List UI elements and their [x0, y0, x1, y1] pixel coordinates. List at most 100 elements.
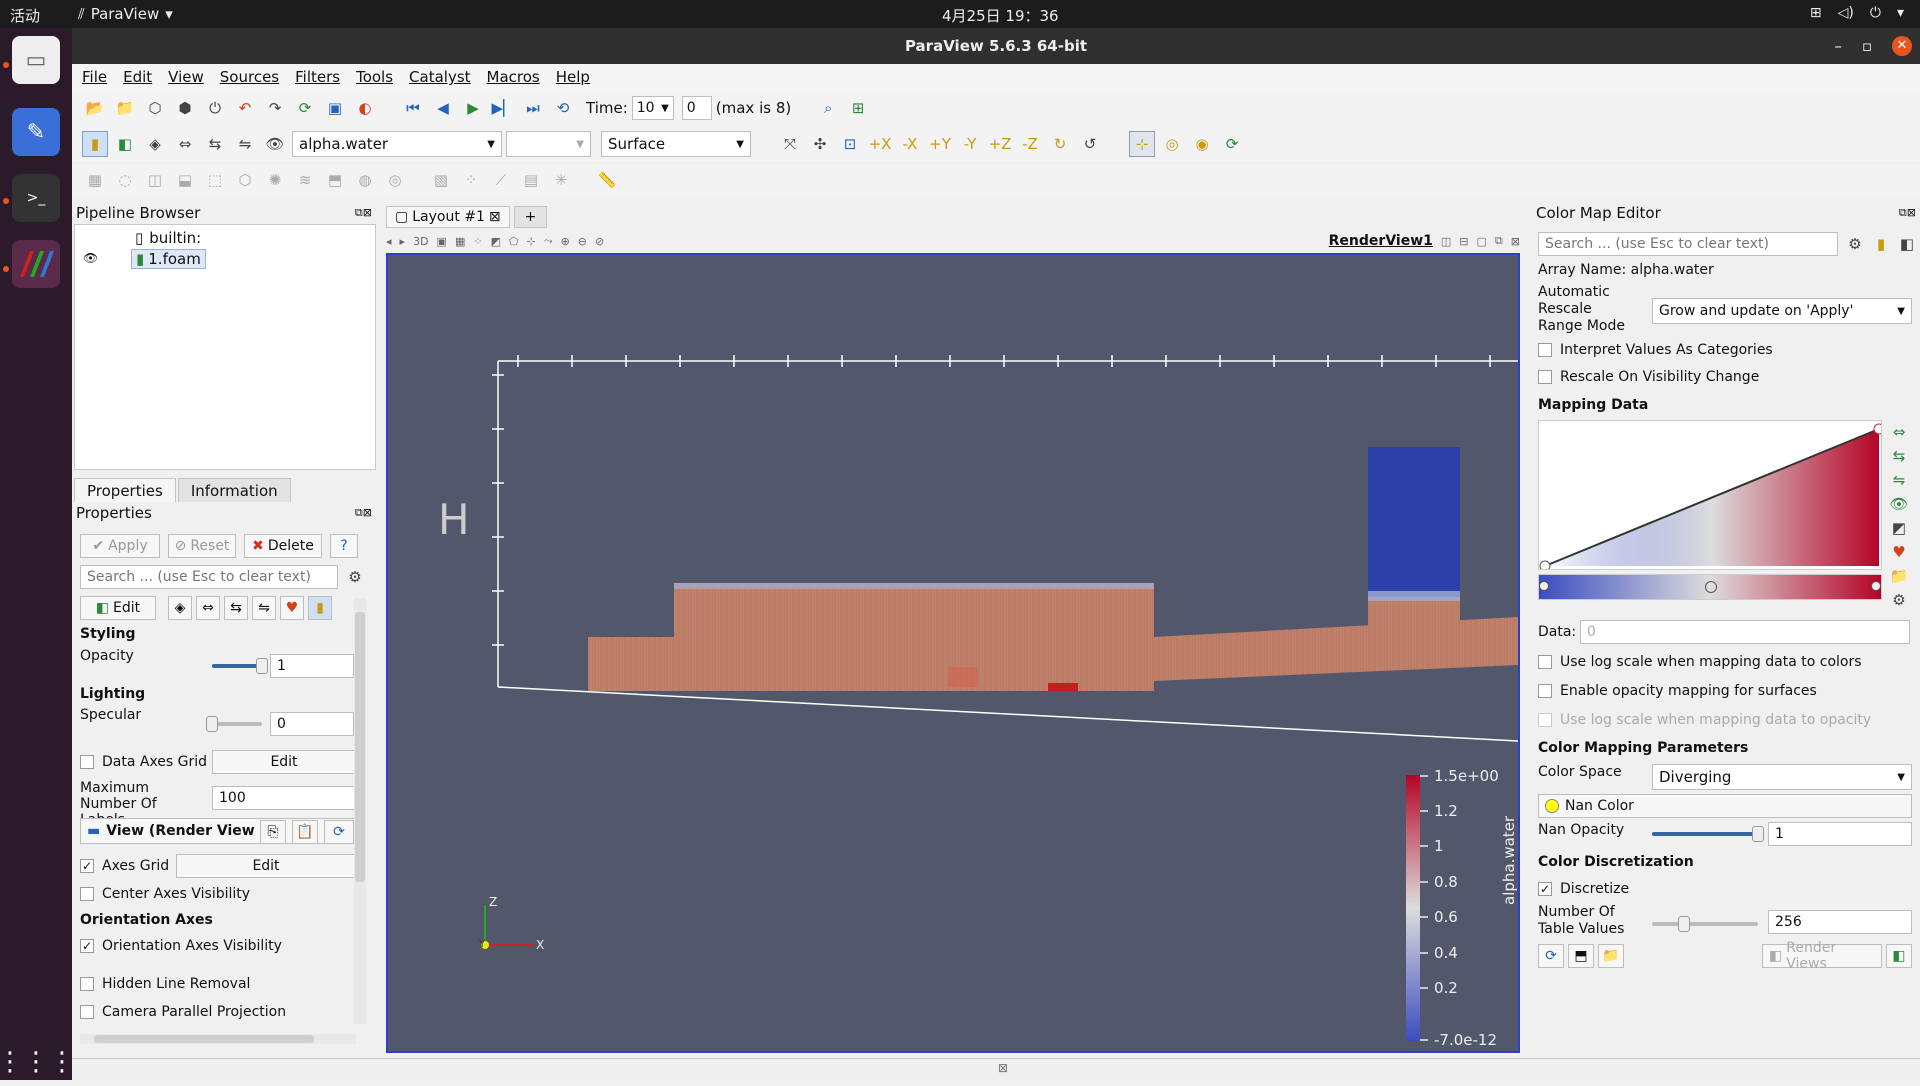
spreadsheet-add-icon[interactable]: ⊞ [845, 95, 871, 121]
render-view[interactable]: H Z X Y alpha.water 1.5e+00 1.2 1 0.8 0.… [386, 253, 1520, 1053]
rescale-mode-select[interactable]: Grow and update on 'Apply' ▼ [1652, 298, 1912, 324]
select-points-icon[interactable]: ⁘ [473, 235, 482, 248]
save-defaults-icon[interactable]: ▮ [1868, 231, 1894, 257]
reset-camera-icon[interactable]: ⤧ [777, 131, 803, 157]
render-views-button[interactable]: ◧ Render Views [1762, 940, 1882, 972]
open-recent-icon[interactable]: 📁 [112, 95, 138, 121]
rescale-temporal-icon[interactable]: ⇋ [232, 131, 258, 157]
glyph-icon[interactable]: ✺ [262, 167, 288, 193]
data-axes-grid-edit-button[interactable]: Edit [212, 750, 356, 774]
max-labels-input[interactable]: 100 [212, 786, 356, 810]
save-preset-icon[interactable]: 📁 [1888, 566, 1910, 586]
table-values-input[interactable]: 256 [1768, 910, 1912, 934]
color-point-handle[interactable] [1539, 581, 1549, 591]
loop-icon[interactable]: ⟲ [550, 95, 576, 121]
shrink-selection-icon[interactable]: ⊖ [578, 235, 587, 248]
restore-view-icon[interactable]: ⧉ [1495, 234, 1503, 248]
help-button[interactable]: ? [330, 534, 358, 558]
calculator-icon[interactable]: ▦ [82, 167, 108, 193]
copy-view-button[interactable]: ⎘ [260, 820, 286, 844]
color-space-select[interactable]: Diverging ▼ [1652, 764, 1912, 790]
text-editor-icon[interactable]: ✎ [12, 108, 60, 156]
rescale-temporal-button[interactable]: ⇋ [252, 596, 276, 620]
volume-icon[interactable]: ◁) [1838, 5, 1854, 21]
discretize-checkbox[interactable]: ✓ [1538, 882, 1552, 896]
rescale-range-icon[interactable]: ⇔ [172, 131, 198, 157]
view-plus-x-icon[interactable]: +X [867, 131, 893, 157]
opacity-mapping-checkbox[interactable] [1538, 684, 1552, 698]
slice-icon[interactable]: ⬓ [172, 167, 198, 193]
specular-slider[interactable] [206, 716, 262, 732]
rescale-custom-icon[interactable]: ⇆ [1888, 446, 1910, 466]
gear-icon[interactable]: ⚙ [346, 564, 364, 590]
tab-information[interactable]: Information [177, 478, 291, 504]
zoom-to-box-icon[interactable]: ⊡ [837, 131, 863, 157]
extract-subset-icon[interactable]: ⬡ [232, 167, 258, 193]
menu-view[interactable]: View [168, 68, 204, 86]
close-view-icon[interactable]: ⊠ [1511, 235, 1520, 248]
stream-tracer-icon[interactable]: ≋ [292, 167, 318, 193]
camera-parallel-checkbox[interactable] [80, 1005, 94, 1019]
toggle-legend-button[interactable]: ▮ [308, 596, 332, 620]
advanced-icon[interactable]: ⚙ [1888, 590, 1910, 610]
python-icon[interactable]: ✳ [548, 167, 574, 193]
camera-undo-icon[interactable]: ◂ [386, 235, 392, 248]
color-palette-icon[interactable]: ◐ [352, 95, 378, 121]
camera-redo-icon[interactable]: ▸ [400, 235, 406, 248]
menu-tools[interactable]: Tools [356, 68, 393, 86]
restore-defaults-icon[interactable]: ◧ [1894, 231, 1920, 257]
connect-icon[interactable]: ⏻ [202, 95, 228, 121]
capture-icon[interactable]: ▣ [437, 235, 447, 248]
center-axes-checkbox[interactable] [80, 887, 94, 901]
data-value-input[interactable]: 0 [1580, 620, 1910, 644]
color-transfer-bar[interactable] [1538, 574, 1882, 600]
tab-layout-1[interactable]: ▢ Layout #1 ⊠ [386, 206, 510, 228]
colormap-search-input[interactable]: Search ... (use Esc to clear text) [1538, 232, 1838, 256]
zoom-to-data-icon[interactable]: ✣ [807, 131, 833, 157]
clip-icon[interactable]: ◫ [142, 167, 168, 193]
log-scale-opacity-checkbox[interactable] [1538, 713, 1552, 727]
close-icon[interactable]: ⧉⊠ [355, 502, 372, 524]
apply-button[interactable]: ✔ Apply [80, 534, 160, 558]
view-plus-z-icon[interactable]: +Z [987, 131, 1013, 157]
reset-session-icon[interactable]: ⟳ [292, 95, 318, 121]
rotate-plus90-icon[interactable]: ↻ [1047, 131, 1073, 157]
menu-file[interactable]: File [82, 68, 107, 86]
use-separate-colormap-icon[interactable]: ◈ [142, 131, 168, 157]
menu-catalyst[interactable]: Catalyst [409, 68, 470, 86]
extract-level-icon[interactable]: ◎ [382, 167, 408, 193]
split-vertical-icon[interactable]: ⊟ [1459, 235, 1468, 248]
view-name[interactable]: RenderView1 [1329, 233, 1433, 249]
files-icon[interactable]: ▭ [12, 36, 60, 84]
terminal-icon[interactable]: >_ [12, 174, 60, 222]
group-datasets-icon[interactable]: ◍ [352, 167, 378, 193]
threshold-icon[interactable]: ⬚ [202, 167, 228, 193]
properties-search-input[interactable]: Search ... (use Esc to clear text) [80, 565, 338, 589]
capture-screenshot-icon[interactable]: ▣ [322, 95, 348, 121]
clear-selection-icon[interactable]: ⊘ [595, 235, 604, 248]
reset-view-button[interactable]: ⟳ [324, 820, 354, 844]
rescale-temporal-icon[interactable]: ⇋ [1888, 470, 1910, 490]
activities-button[interactable]: 活动 [10, 5, 40, 26]
maximize-view-icon[interactable]: ▢ [1477, 235, 1487, 248]
time-index-spinbox[interactable]: 0 [681, 96, 712, 120]
restore-defaults-button[interactable]: 📁 [1598, 944, 1624, 968]
close-icon[interactable]: ⊠ [998, 1061, 1008, 1075]
maximize-icon[interactable]: ▫ [1862, 28, 1872, 64]
menu-sources[interactable]: Sources [220, 68, 279, 86]
rescale-custom-range-icon[interactable]: ⇆ [202, 131, 228, 157]
paste-view-button[interactable]: 📋 [292, 820, 318, 844]
paraview-icon[interactable] [12, 240, 60, 288]
axes-grid-edit-button[interactable]: Edit [176, 854, 356, 878]
app-grid-icon[interactable]: ⋮⋮⋮ [0, 1038, 75, 1086]
rotate-minus90-icon[interactable]: ↺ [1077, 131, 1103, 157]
scrollbar-thumb[interactable] [355, 612, 365, 882]
rescale-custom-button[interactable]: ⇆ [224, 596, 248, 620]
app-menu[interactable]: ⫽ ParaView ▾ [78, 5, 173, 23]
specular-input[interactable]: 0 [270, 712, 354, 736]
pipeline-item-builtin[interactable]: ▯ builtin: [135, 229, 201, 247]
properties-hscrollbar[interactable] [80, 1034, 356, 1044]
component-select[interactable]: ▼ [506, 131, 591, 157]
plot-selection-icon[interactable]: ▤ [518, 167, 544, 193]
view-minus-y-icon[interactable]: -Y [957, 131, 983, 157]
